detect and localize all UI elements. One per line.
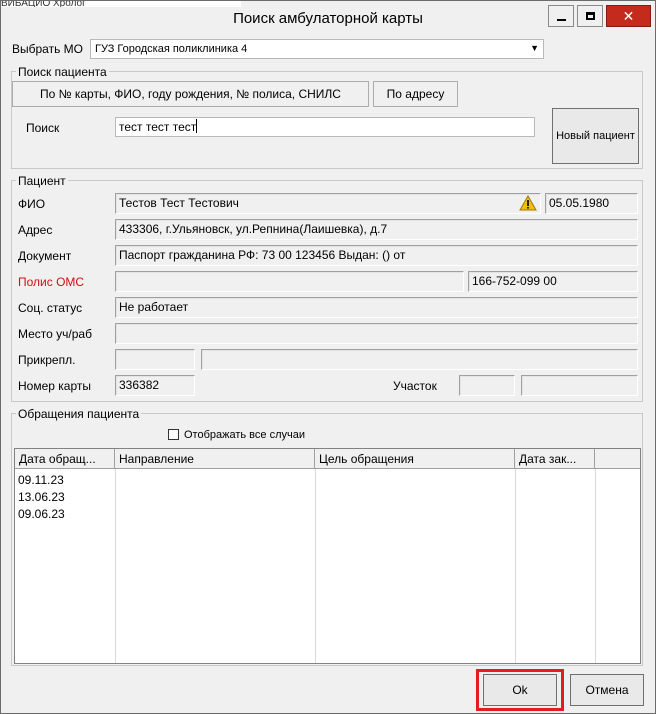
search-input-value: тест тест тест: [119, 120, 197, 134]
table-row[interactable]: 09.11.23: [15, 473, 115, 490]
card-number-label: Номер карты: [18, 379, 91, 393]
column-divider: [595, 469, 596, 663]
column-divider: [115, 469, 116, 663]
oms-field: [115, 271, 464, 292]
maximize-button[interactable]: [577, 5, 603, 27]
column-header-date[interactable]: Дата обращ...: [15, 449, 115, 469]
ok-button[interactable]: Ok: [483, 674, 557, 706]
column-divider: [315, 469, 316, 663]
tab-search-by-address[interactable]: По адресу: [373, 81, 458, 107]
mo-select-value: ГУЗ Городская поликлиника 4: [95, 43, 248, 55]
tab-search-by-card[interactable]: По № карты, ФИО, году рождения, № полиса…: [12, 81, 369, 107]
attach-name-field: [201, 349, 638, 370]
patient-group-title: Пациент: [16, 174, 68, 188]
minimize-icon: [556, 19, 566, 21]
district-code-field: [459, 375, 515, 396]
mo-label: Выбрать МО: [12, 42, 83, 56]
dialog-client-area: Выбрать МО ГУЗ Городская поликлиника 4 ▼…: [6, 36, 650, 711]
attach-code-field: [115, 349, 195, 370]
fio-field: Тестов Тест Тестович: [115, 193, 541, 214]
text-cursor: [196, 119, 198, 133]
show-all-checkbox[interactable]: [168, 429, 179, 440]
mo-select[interactable]: ГУЗ Городская поликлиника 4 ▼: [90, 39, 544, 59]
column-header-direction[interactable]: Направление: [115, 449, 315, 469]
show-all-label[interactable]: Отображать все случаи: [184, 429, 305, 441]
workplace-field: [115, 323, 638, 344]
social-status-field: Не работает: [115, 297, 638, 318]
visits-table[interactable]: Дата обращ... Направление Цель обращения…: [14, 448, 641, 664]
column-divider: [515, 469, 516, 663]
fio-label: ФИО: [18, 197, 46, 211]
search-group-title: Поиск пациента: [16, 65, 109, 79]
district-label: Участок: [393, 379, 437, 393]
visits-group-title: Обращения пациента: [16, 407, 142, 421]
column-header-purpose[interactable]: Цель обращения: [315, 449, 515, 469]
workplace-label: Место уч/раб: [18, 327, 92, 341]
district-name-field: [521, 375, 638, 396]
close-icon: ✕: [622, 7, 635, 24]
oms-label: Полис ОМС: [18, 275, 85, 289]
minimize-button[interactable]: [548, 5, 574, 27]
table-row[interactable]: 09.06.23: [15, 507, 115, 524]
search-input[interactable]: тест тест тест: [115, 117, 535, 137]
maximize-icon: [585, 12, 595, 20]
dialog-window: ВИБАЦИО Хролог Поиск амбулаторной карты …: [0, 0, 656, 714]
social-status-label: Соц. статус: [18, 301, 83, 315]
background-window-text: ВИБАЦИО Хролог: [1, 1, 241, 7]
column-header-close-date[interactable]: Дата зак...: [515, 449, 595, 469]
close-button[interactable]: ✕: [606, 5, 651, 27]
search-label: Поиск: [26, 121, 60, 135]
document-field: Паспорт гражданина РФ: 73 00 123456 Выда…: [115, 245, 638, 266]
visit-date-cell: 09.11.23: [18, 473, 64, 487]
attach-label: Прикрепл.: [18, 353, 76, 367]
chevron-down-icon: ▼: [530, 43, 539, 53]
birth-date-field: 05.05.1980: [545, 193, 638, 214]
table-row[interactable]: 13.06.23: [15, 490, 115, 507]
address-label: Адрес: [18, 223, 53, 237]
warning-icon: [519, 194, 537, 211]
visit-date-cell: 13.06.23: [18, 490, 65, 504]
column-header-filler: [595, 449, 640, 469]
cancel-button[interactable]: Отмена: [570, 674, 644, 706]
snils-field: 166-752-099 00: [468, 271, 638, 292]
title-bar[interactable]: ВИБАЦИО Хролог Поиск амбулаторной карты …: [1, 1, 655, 37]
document-label: Документ: [18, 249, 72, 263]
address-field: 433306, г.Ульяновск, ул.Репнина(Лаишевка…: [115, 219, 638, 240]
card-number-field: 336382: [115, 375, 195, 396]
new-patient-button[interactable]: Новый пациент: [552, 108, 639, 164]
visit-date-cell: 09.06.23: [18, 507, 65, 521]
